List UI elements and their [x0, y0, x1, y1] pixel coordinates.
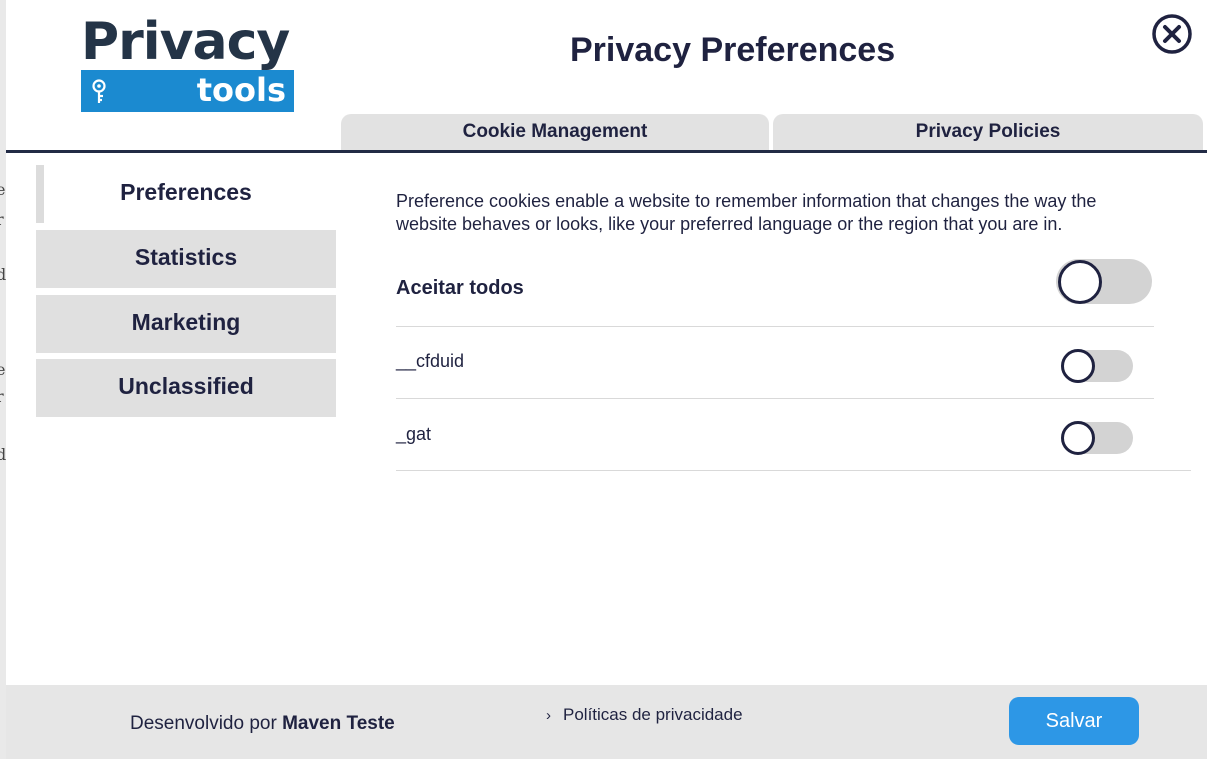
logo-secondary-text: tools — [196, 71, 286, 109]
privacy-policies-link[interactable]: › Políticas de privacidade — [546, 705, 743, 725]
toggle-knob — [1061, 349, 1095, 383]
developed-by-prefix: Desenvolvido por — [130, 713, 277, 734]
cookie-name-cfduid: __cfduid — [396, 351, 465, 371]
close-icon[interactable] — [1151, 13, 1193, 55]
toggle-knob — [1058, 260, 1102, 304]
tab-divider — [6, 150, 1207, 153]
sidebar-item-label: Marketing — [131, 308, 241, 335]
sidebar-item-preferences[interactable]: Preferences — [36, 165, 336, 223]
cookie-toggle-gat[interactable] — [1061, 421, 1133, 455]
logo-primary-text: Privacy — [81, 12, 290, 72]
page-title: Privacy Preferences — [570, 31, 896, 69]
cookie-toggle-cfduid[interactable] — [1061, 349, 1133, 383]
tab-privacy-policies[interactable]: Privacy Policies — [773, 114, 1203, 150]
accept-all-label: Aceitar todos — [396, 277, 524, 299]
modal-footer: Desenvolvido por Maven Teste › Políticas… — [6, 685, 1207, 759]
sidebar-item-statistics[interactable]: Statistics — [36, 230, 336, 288]
privacy-policies-link-label: Políticas de privacidade — [563, 705, 743, 724]
accept-all-toggle[interactable] — [1056, 259, 1152, 304]
save-button[interactable]: Salvar — [1009, 697, 1139, 745]
chevron-right-icon: › — [546, 706, 551, 724]
privacy-tools-logo: Privacy tools — [81, 12, 296, 113]
sidebar-item-label: Statistics — [134, 243, 238, 270]
sidebar-item-unclassified[interactable]: Unclassified — [36, 359, 336, 417]
sidebar-item-label: Preferences — [120, 178, 252, 205]
sidebar-item-marketing[interactable]: Marketing — [36, 295, 336, 353]
privacy-modal: Privacy tools Privacy Preferences Cookie… — [6, 0, 1207, 759]
category-description: Preference cookies enable a website to r… — [396, 191, 1097, 234]
row-divider — [396, 470, 1191, 471]
toggle-knob — [1061, 421, 1095, 455]
developed-by: Desenvolvido por Maven Teste — [130, 713, 395, 735]
logo-bar: tools — [81, 70, 294, 112]
row-divider — [396, 398, 1154, 399]
row-divider — [396, 326, 1154, 327]
tab-cookie-management[interactable]: Cookie Management — [341, 114, 769, 150]
developer-name: Maven Teste — [282, 713, 395, 734]
cookie-name-gat: _gat — [396, 424, 432, 444]
key-icon — [92, 79, 106, 103]
sidebar-item-label: Unclassified — [118, 372, 254, 399]
